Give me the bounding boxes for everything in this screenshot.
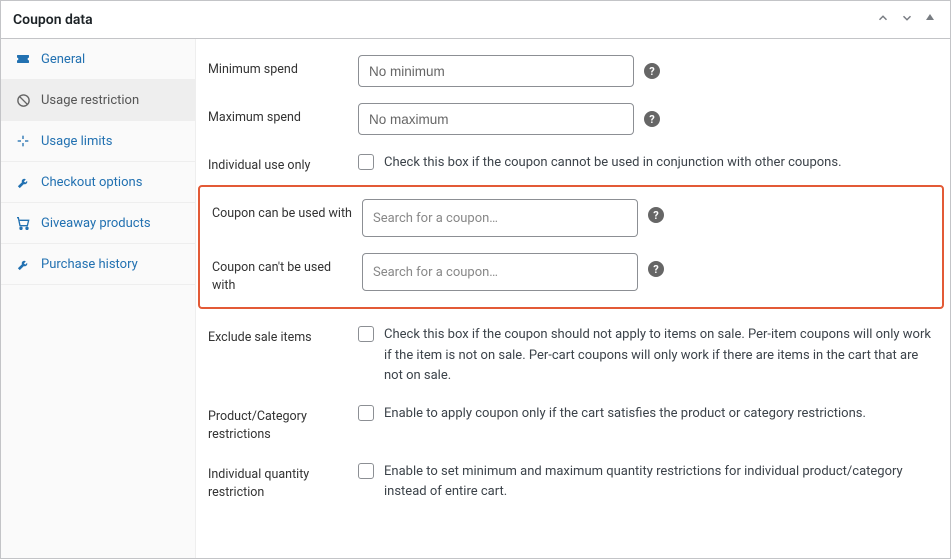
checkbox-description: Check this box if the coupon should not … xyxy=(384,323,934,385)
sidebar-tabs: General Usage restriction Usage limits C… xyxy=(1,39,196,558)
panel-controls xyxy=(874,9,938,30)
row-individual-quantity-restriction: Individual quantity restriction Enable t… xyxy=(196,452,950,510)
row-coupon-not-use-with: Coupon can't be used with Search for a c… xyxy=(200,245,942,303)
sidebar-item-label: General xyxy=(41,52,85,67)
panel-body: General Usage restriction Usage limits C… xyxy=(1,39,950,558)
ban-icon xyxy=(15,92,31,108)
row-maximum-spend: Maximum spend ? xyxy=(196,95,950,143)
field-label: Minimum spend xyxy=(208,55,358,79)
individual-quantity-checkbox[interactable] xyxy=(358,463,374,479)
field-label: Product/Category restrictions xyxy=(208,402,358,444)
sidebar-item-usage-limits[interactable]: Usage limits xyxy=(1,121,195,162)
checkbox-description: Enable to apply coupon only if the cart … xyxy=(384,402,866,424)
checkbox-description: Check this box if the coupon cannot be u… xyxy=(384,151,842,173)
row-coupon-use-with: Coupon can be used with Search for a cou… xyxy=(200,191,942,245)
ticket-icon xyxy=(15,51,31,67)
help-icon[interactable]: ? xyxy=(648,261,664,277)
help-icon[interactable]: ? xyxy=(648,207,664,223)
sidebar-item-giveaway-products[interactable]: Giveaway products xyxy=(1,203,195,244)
sidebar-item-purchase-history[interactable]: Purchase history xyxy=(1,244,195,285)
row-individual-use: Individual use only Check this box if th… xyxy=(196,143,950,183)
sidebar-item-checkout-options[interactable]: Checkout options xyxy=(1,162,195,203)
coupon-not-use-with-input[interactable]: Search for a coupon… xyxy=(362,253,638,291)
sidebar-item-label: Purchase history xyxy=(41,257,138,272)
field-label: Exclude sale items xyxy=(208,323,358,347)
product-category-checkbox[interactable] xyxy=(358,405,374,421)
field-label: Individual use only xyxy=(208,151,358,175)
individual-use-checkbox[interactable] xyxy=(358,154,374,170)
sidebar-item-usage-restriction[interactable]: Usage restriction xyxy=(1,80,195,121)
minimum-spend-input[interactable] xyxy=(358,55,634,87)
settings-content: Minimum spend ? Maximum spend ? Individu… xyxy=(196,39,950,558)
sidebar-item-general[interactable]: General xyxy=(1,39,195,80)
field-label: Coupon can be used with xyxy=(212,199,362,223)
panel-title: Coupon data xyxy=(13,12,93,28)
sidebar-item-label: Checkout options xyxy=(41,175,142,190)
row-exclude-sale: Exclude sale items Check this box if the… xyxy=(196,315,950,393)
help-icon[interactable]: ? xyxy=(644,63,660,79)
collapse-icon[interactable] xyxy=(922,9,938,30)
field-label: Coupon can't be used with xyxy=(212,253,362,295)
exclude-sale-checkbox[interactable] xyxy=(358,326,374,342)
cart-icon xyxy=(15,215,31,231)
row-minimum-spend: Minimum spend ? xyxy=(196,47,950,95)
checkbox-description: Enable to set minimum and maximum quanti… xyxy=(384,460,934,502)
field-label: Maximum spend xyxy=(208,103,358,127)
panel-header: Coupon data xyxy=(1,1,950,39)
sidebar-item-label: Usage restriction xyxy=(41,93,139,108)
coupon-use-with-input[interactable]: Search for a coupon… xyxy=(362,199,638,237)
move-down-icon[interactable] xyxy=(898,9,916,30)
limits-icon xyxy=(15,133,31,149)
row-product-category-restrictions: Product/Category restrictions Enable to … xyxy=(196,394,950,452)
coupon-data-panel: Coupon data General Usage restriction Us… xyxy=(0,0,951,559)
sidebar-item-label: Usage limits xyxy=(41,134,112,149)
maximum-spend-input[interactable] xyxy=(358,103,634,135)
highlight-region: Coupon can be used with Search for a cou… xyxy=(198,185,944,309)
field-label: Individual quantity restriction xyxy=(208,460,358,502)
sidebar-item-label: Giveaway products xyxy=(41,216,151,231)
move-up-icon[interactable] xyxy=(874,9,892,30)
wrench-icon xyxy=(15,256,31,272)
wrench-icon xyxy=(15,174,31,190)
help-icon[interactable]: ? xyxy=(644,111,660,127)
